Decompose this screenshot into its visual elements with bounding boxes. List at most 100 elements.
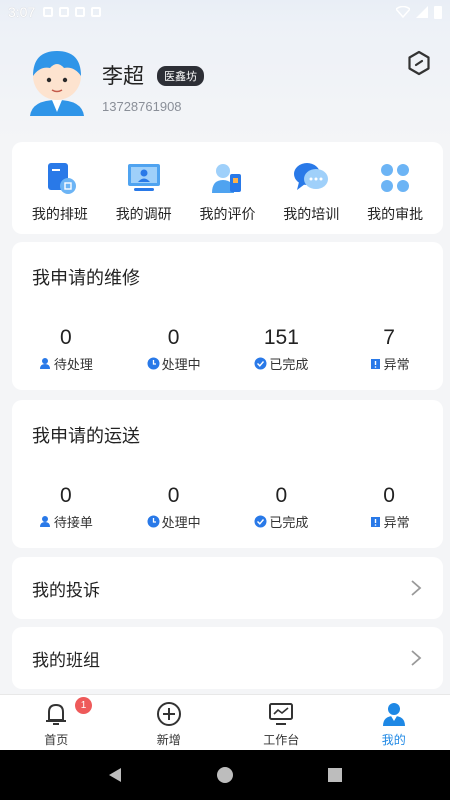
schedule-icon (47, 163, 76, 194)
transport-stats: 0 待接单 0 处理中 0 已完成 0 异常 (12, 484, 443, 531)
notification-badge: 1 (75, 697, 92, 714)
check-icon (254, 515, 267, 528)
alert-icon (370, 359, 380, 369)
person-icon (39, 358, 50, 369)
stat-value: 0 (383, 484, 395, 507)
back-icon[interactable] (106, 766, 124, 784)
stat-abnormal[interactable]: 7 异常 (335, 326, 443, 373)
home-circle-icon[interactable] (216, 766, 234, 784)
stat-in-progress[interactable]: 0 处理中 (120, 326, 228, 373)
notification-icon (59, 7, 70, 17)
signal-icon (416, 6, 428, 18)
status-bar: 3:07 (0, 0, 450, 24)
stat-label: 已完成 (269, 358, 309, 373)
clock-icon (147, 357, 160, 370)
quick-label: 我的评价 (199, 207, 256, 223)
person-icon (39, 516, 50, 527)
tab-mine[interactable]: 我的 (338, 695, 450, 750)
stat-completed[interactable]: 151 已完成 (228, 326, 336, 373)
user-name: 李超 (102, 64, 144, 88)
wifi-icon (396, 6, 410, 18)
tab-label: 新增 (156, 733, 181, 747)
evaluation-icon (212, 164, 242, 193)
row-label: 我的投诉 (32, 580, 100, 601)
chevron-right-icon (411, 580, 422, 596)
stat-pending[interactable]: 0 待处理 (12, 326, 120, 373)
stat-label: 待处理 (53, 358, 93, 373)
stat-in-progress[interactable]: 0 处理中 (120, 484, 228, 531)
avatar[interactable] (24, 46, 90, 116)
status-notification-icons (43, 7, 102, 17)
notification-icon (75, 7, 86, 17)
org-badge: 医鑫坊 (157, 66, 204, 86)
card-title: 我申请的运送 (32, 426, 140, 447)
check-icon (254, 357, 267, 370)
complaints-row[interactable]: 我的投诉 (12, 557, 443, 619)
stat-completed[interactable]: 0 已完成 (228, 484, 336, 531)
stat-value: 151 (263, 326, 299, 349)
team-row[interactable]: 我的班组 (12, 627, 443, 689)
plus-circle-icon (156, 702, 181, 726)
quick-label: 我的审批 (367, 207, 424, 223)
card-title: 我申请的维修 (32, 268, 140, 289)
training-icon (294, 163, 329, 190)
stat-awaiting[interactable]: 0 待接单 (12, 484, 120, 531)
stat-value: 0 (275, 484, 288, 507)
system-nav-bar (0, 750, 450, 800)
row-label: 我的班组 (32, 650, 100, 671)
quick-actions: 我的排班 我的调研 我的评价 我的培训 我的审批 (12, 142, 443, 234)
stat-label-row: 处理中 (147, 354, 201, 373)
bottom-tab-bar: 1 首页 新增 工作台 我的 (0, 694, 450, 750)
stat-label: 异常 (383, 516, 410, 531)
quick-label: 我的排班 (31, 207, 88, 223)
stat-label: 处理中 (161, 358, 201, 373)
tab-home[interactable]: 1 首页 (0, 695, 113, 750)
monitor-icon (269, 703, 294, 725)
survey-icon (127, 164, 160, 191)
stat-value: 0 (60, 326, 72, 349)
alert-icon (370, 517, 380, 527)
stat-value: 0 (167, 326, 180, 349)
recents-icon[interactable] (326, 766, 344, 784)
stat-abnormal[interactable]: 0 异常 (335, 484, 443, 531)
tab-label: 首页 (44, 733, 69, 747)
quick-training[interactable]: 我的培训 (271, 160, 351, 224)
battery-icon (434, 6, 442, 19)
stat-label-row: 异常 (369, 354, 410, 373)
stat-label: 处理中 (161, 516, 201, 531)
user-phone: 13728761908 (102, 99, 182, 114)
quick-label: 我的调研 (115, 207, 172, 223)
stat-label-row: 已完成 (254, 512, 308, 531)
transport-card: 我申请的运送 0 待接单 0 处理中 0 已完成 0 异常 (12, 400, 443, 548)
stat-label-row: 待处理 (39, 354, 93, 373)
maintenance-card: 我申请的维修 0 待处理 0 处理中 151 已完成 7 异常 (12, 242, 443, 390)
stat-label-row: 处理中 (147, 512, 201, 531)
notification-icon (91, 7, 102, 17)
tab-label: 工作台 (263, 733, 300, 747)
status-time: 3:07 (8, 4, 36, 20)
tab-label: 我的 (381, 733, 406, 747)
maintenance-stats: 0 待处理 0 处理中 151 已完成 7 异常 (12, 326, 443, 373)
user-icon (382, 703, 405, 726)
quick-evaluation[interactable]: 我的评价 (187, 160, 267, 224)
notification-icon (43, 7, 54, 17)
stat-label: 已完成 (269, 516, 309, 531)
settings-icon[interactable] (406, 50, 432, 76)
stat-label: 待接单 (53, 516, 93, 531)
approval-icon (381, 164, 410, 192)
bell-icon (46, 703, 67, 725)
chevron-right-icon (411, 650, 422, 666)
profile-header: 李超 医鑫坊 13728761908 (24, 46, 434, 126)
stat-value: 7 (383, 326, 395, 349)
quick-schedule[interactable]: 我的排班 (20, 160, 100, 224)
stat-label-row: 已完成 (254, 354, 308, 373)
quick-approval[interactable]: 我的审批 (355, 160, 435, 224)
stat-label-row: 待接单 (39, 512, 93, 531)
tab-workbench[interactable]: 工作台 (225, 695, 338, 750)
quick-survey[interactable]: 我的调研 (104, 160, 184, 224)
stat-label-row: 异常 (369, 512, 410, 531)
tab-add[interactable]: 新增 (113, 695, 226, 750)
stat-label: 异常 (383, 358, 410, 373)
stat-value: 0 (167, 484, 180, 507)
quick-label: 我的培训 (283, 207, 340, 223)
